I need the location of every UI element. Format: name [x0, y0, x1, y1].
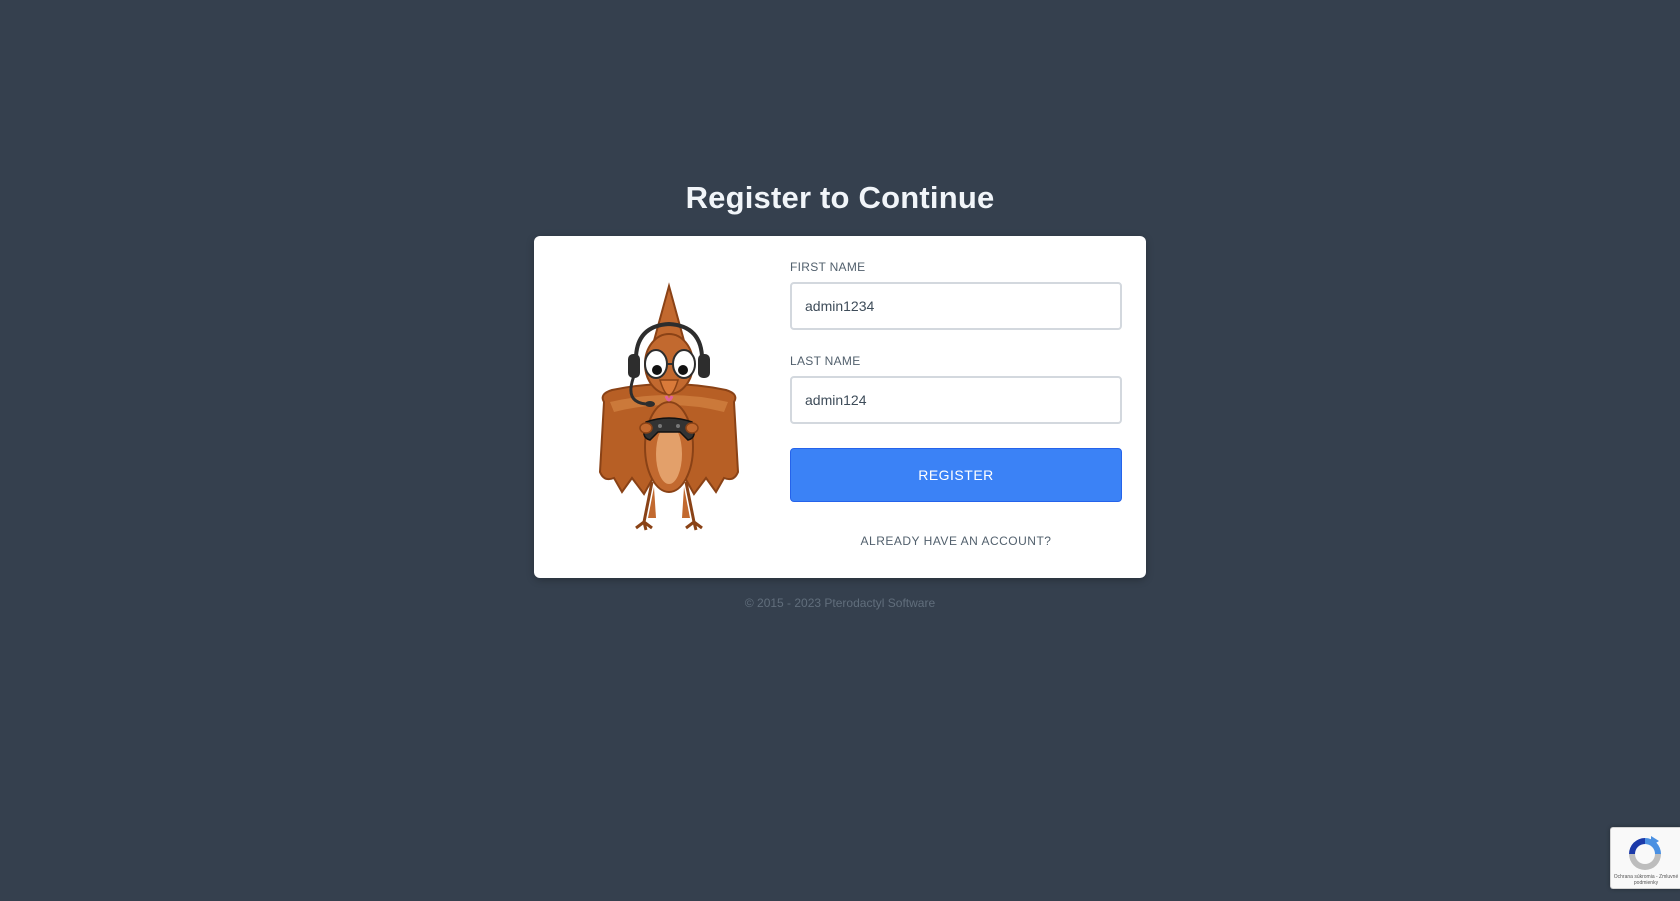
last-name-label: LAST NAME	[790, 354, 861, 368]
recaptcha-badge[interactable]: Ochrana súkromia - Zmluvné podmienky	[1610, 827, 1680, 889]
first-name-label: FIRST NAME	[790, 260, 866, 274]
already-have-account-link[interactable]: ALREADY HAVE AN ACCOUNT?	[861, 534, 1052, 548]
page-title: Register to Continue	[685, 180, 995, 215]
last-name-input[interactable]	[790, 376, 1122, 424]
login-link-wrapper: ALREADY HAVE AN ACCOUNT?	[790, 532, 1122, 550]
recaptcha-privacy-terms[interactable]: Ochrana súkromia - Zmluvné podmienky	[1613, 874, 1679, 886]
register-button[interactable]: REGISTER	[790, 448, 1122, 502]
pterodactyl-mascot-icon	[598, 282, 740, 531]
recaptcha-icon	[1629, 836, 1661, 870]
last-name-group: LAST NAME	[790, 354, 1122, 424]
copyright-footer: © 2015 - 2023 Pterodactyl Software	[744, 596, 936, 610]
register-card: FIRST NAME LAST NAME REGISTER ALREADY HA…	[534, 236, 1146, 578]
register-form: FIRST NAME LAST NAME REGISTER ALREADY HA…	[790, 260, 1122, 550]
first-name-group: FIRST NAME	[790, 260, 1122, 330]
register-page: Register to Continue FIRST NAME admin123…	[0, 0, 1680, 901]
first-name-input[interactable]	[790, 282, 1122, 330]
